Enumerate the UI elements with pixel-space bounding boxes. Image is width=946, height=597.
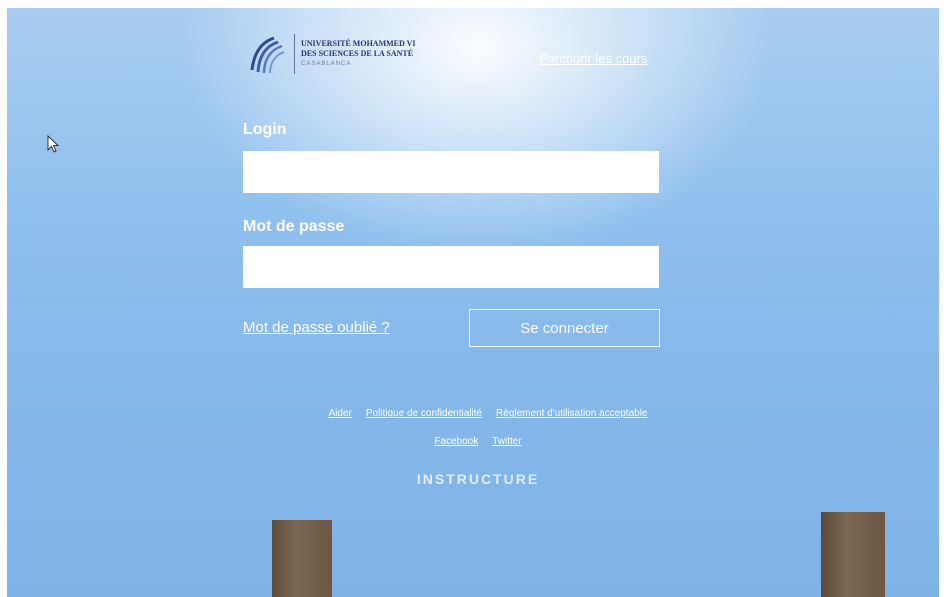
login-label: Login	[243, 121, 287, 138]
mouse-cursor-icon	[47, 135, 59, 153]
logo-line-1: UNIVERSITÉ MOHAMMED VI	[301, 39, 416, 48]
university-logo: UNIVERSITÉ MOHAMMED VI DES SCIENCES DE L…	[244, 32, 416, 76]
logo-divider	[294, 34, 295, 74]
background-pillar-left	[272, 520, 332, 597]
footer-links-row-2: Facebook Twitter	[7, 436, 939, 447]
university-logo-icon	[250, 36, 285, 74]
connect-button[interactable]: Se connecter	[469, 309, 660, 347]
twitter-link[interactable]: Twitter	[492, 436, 521, 447]
password-label: Mot de passe	[243, 218, 345, 235]
login-page: UNIVERSITÉ MOHAMMED VI DES SCIENCES DE L…	[7, 8, 939, 597]
logo-text: UNIVERSITÉ MOHAMMED VI DES SCIENCES DE L…	[301, 39, 416, 69]
background-pillar-right	[821, 512, 885, 597]
instructure-logo: INSTRUCTURE	[416, 471, 540, 487]
login-input[interactable]	[243, 151, 659, 193]
logo-line-3: CASABLANCA	[301, 61, 352, 67]
privacy-policy-link[interactable]: Politique de confidentialité	[366, 408, 482, 419]
logo-line-2: DES SCIENCES DE LA SANTÉ	[301, 49, 414, 58]
footer-links-row-1: Aider Politique de confidentialité Règle…	[7, 408, 939, 419]
forgot-password-link[interactable]: Mot de passe oublié ?	[243, 319, 390, 336]
help-link[interactable]: Aider	[328, 408, 351, 419]
acceptable-use-link[interactable]: Règlement d'utilisation acceptable	[496, 408, 647, 419]
password-input[interactable]	[243, 246, 659, 288]
facebook-link[interactable]: Facebook	[434, 436, 478, 447]
browse-courses-link[interactable]: Parcourir les cours	[539, 51, 647, 66]
